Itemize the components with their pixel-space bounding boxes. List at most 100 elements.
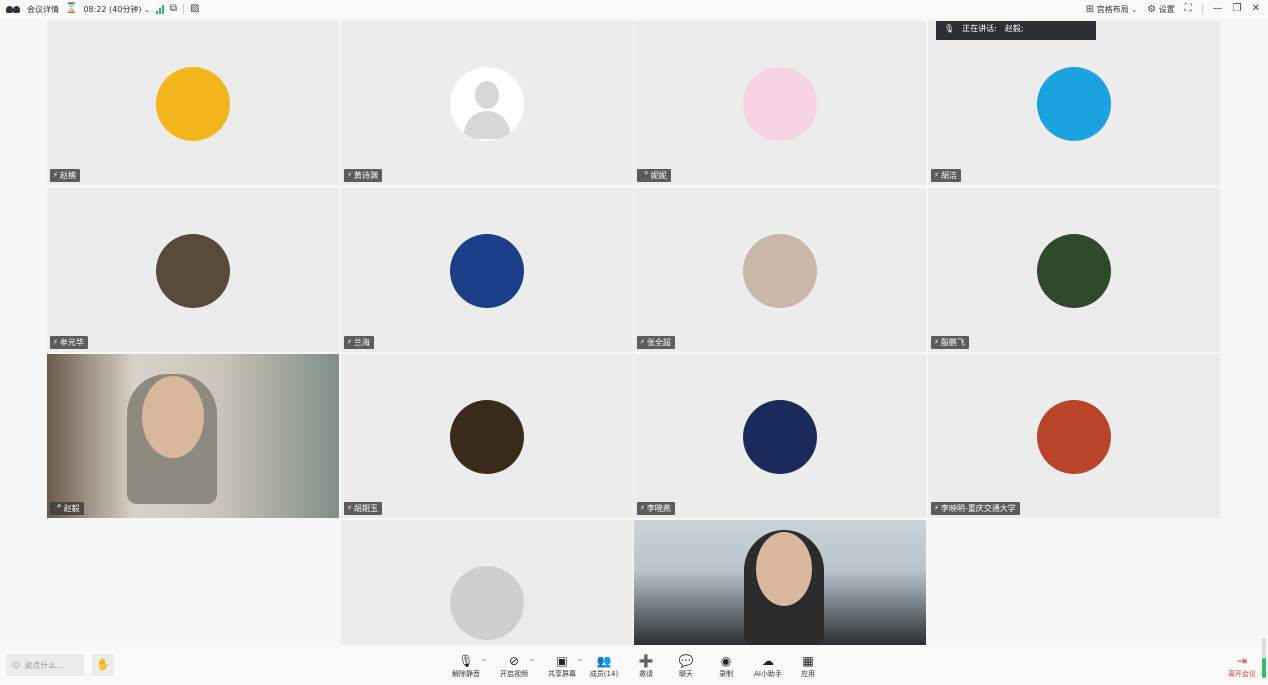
tool-label: 共享屏幕 (548, 670, 576, 678)
participant-name-tag: ⚡ 张全超 (637, 336, 675, 349)
mic-muted-icon: ⚡ (53, 171, 58, 179)
participant-name: 胡洁 (940, 171, 957, 180)
participant-name-tag: ⚡ 李映明-重庆交通大学 (931, 502, 1020, 515)
participant-tile[interactable]: ⚡ 张全超 (634, 188, 926, 352)
close-icon[interactable]: ✕ (1252, 4, 1260, 14)
whiteboard-icon[interactable]: ▨ (190, 4, 199, 14)
tool-label: 开启视频 (500, 670, 528, 678)
avatar (450, 67, 524, 141)
participant-name-tag: ⚡ 赵楠 (50, 169, 80, 182)
avatar (1037, 234, 1111, 308)
apps-icon: ▦ (802, 654, 814, 668)
participant-tile[interactable] (341, 520, 633, 645)
participant-name: 黄诗渊 (353, 171, 378, 180)
restore-icon[interactable]: ❐ (1233, 4, 1242, 14)
participant-name: 胡期玉 (353, 504, 378, 513)
record-button[interactable]: ◉ 录制 (704, 653, 748, 683)
mic-icon: 🎤 (640, 171, 649, 179)
meeting-details-link[interactable]: 会议详情 (27, 4, 59, 15)
record-icon: ◉ (720, 654, 732, 668)
share-screen-button[interactable]: ▣ 共享屏幕 ^ (540, 653, 584, 683)
mic-muted-icon: ⚡ (347, 338, 352, 346)
chevron-up-icon[interactable]: ^ (529, 659, 534, 666)
participant-tile[interactable]: ⚡ 兰海 (341, 188, 633, 352)
exit-icon: ⇥ (1236, 654, 1248, 668)
ai-assistant-button[interactable]: ☁ AI小助手 (746, 653, 790, 683)
apps-button[interactable]: ▦ 应用 (786, 653, 830, 683)
participant-tile[interactable]: 🎤 赵毅 (47, 354, 339, 518)
mic-muted-icon: ⚡ (347, 504, 352, 512)
mic-icon: 🎤 (53, 504, 62, 512)
invite-button[interactable]: ➕ 邀请 (624, 653, 668, 683)
avatar (1037, 400, 1111, 474)
network-signal-icon[interactable] (155, 4, 164, 14)
face (142, 376, 204, 458)
participant-tile[interactable]: ⚡ 殷鹏飞 (928, 188, 1220, 352)
minimize-icon[interactable]: — (1213, 4, 1223, 14)
participant-tile[interactable]: 🎙 正在讲话: 赵毅; ⚡ 胡洁 (928, 21, 1220, 185)
participant-name-tag: ⚡ 胡洁 (931, 169, 961, 182)
tool-label: 聊天 (679, 670, 693, 678)
speaking-name: 赵毅; (1004, 24, 1024, 33)
participant-tile[interactable] (634, 520, 926, 645)
participant-name-tag: 🎤 赵毅 (50, 502, 84, 515)
leave-meeting-button[interactable]: ⇥ 离开会议 (1224, 653, 1260, 683)
chat-placeholder: 说点什么... (24, 660, 64, 670)
avatar (450, 400, 524, 474)
chevron-up-icon[interactable]: ^ (481, 659, 486, 666)
divider (1201, 4, 1203, 14)
leave-label: 离开会议 (1228, 670, 1256, 678)
participant-tile[interactable]: ⚡ 李晓燕 (634, 354, 926, 518)
participant-name: 李晓燕 (646, 504, 671, 513)
chevron-down-icon: ⌄ (1131, 5, 1138, 14)
participant-name-tag: ⚡ 胡期玉 (344, 502, 382, 515)
meeting-timer[interactable]: 08:22 (40分钟) ⌄ (83, 4, 149, 15)
gear-icon: ⚙ (1147, 3, 1157, 15)
avatar (1037, 67, 1111, 141)
top-bar: 会议详情 ⌛ 08:22 (40分钟) ⌄ ⧉ ▨ ⊞ 宫格布局 ⌄ ⚙ 设置 … (0, 0, 1268, 18)
avatar (156, 234, 230, 308)
participant-name: 牟元华 (59, 338, 84, 347)
members-icon: 👥 (596, 654, 612, 668)
invite-icon: ➕ (638, 654, 654, 668)
mic-muted-icon: ⚡ (53, 338, 58, 346)
participant-tile[interactable]: ⚡ 李映明-重庆交通大学 (928, 354, 1220, 518)
mic-muted-icon: ⚡ (640, 504, 645, 512)
volume-level-meter (1262, 638, 1266, 678)
mic-muted-button[interactable]: 🎙 解除静音 ^ (444, 653, 488, 683)
emoji-icon[interactable]: ☺ (12, 661, 20, 670)
members-button[interactable]: 👥 成员(14) (582, 653, 626, 683)
mic-muted-icon: ⚡ (934, 504, 939, 512)
participant-name: 李映明-重庆交通大学 (940, 504, 1016, 513)
participant-tile[interactable]: ⚡ 牟元华 (47, 188, 339, 352)
participant-tile[interactable]: ⚡ 赵楠 (47, 21, 339, 185)
avatar (450, 234, 524, 308)
chevron-down-icon: ⌄ (144, 5, 150, 14)
avatar (743, 400, 817, 474)
camera-off-button[interactable]: ⊘ 开启视频 ^ (492, 653, 536, 683)
hand-icon: ✋ (96, 658, 110, 671)
participant-name: 殷鹏飞 (940, 338, 965, 347)
popout-icon[interactable]: ⧉ (170, 4, 177, 14)
participant-name-tag: ⚡ 牟元华 (50, 336, 88, 349)
app-logo-icon (6, 5, 21, 14)
tool-label: 应用 (801, 670, 815, 678)
raise-hand-button[interactable]: ✋ (92, 654, 114, 676)
tool-label: 成员(14) (589, 670, 619, 678)
mic-muted-icon: ⚡ (934, 171, 939, 179)
layout-button[interactable]: ⊞ 宫格布局 ⌄ (1086, 4, 1137, 15)
participant-name: 兰海 (353, 338, 370, 347)
participant-name: 赵楠 (59, 171, 76, 180)
chat-icon: 💬 (678, 654, 694, 668)
participant-tile[interactable]: ⚡ 黄诗渊 (341, 21, 633, 185)
avatar (743, 67, 817, 141)
fullscreen-icon[interactable]: ⛶ (1185, 4, 1192, 14)
face (756, 532, 812, 606)
chat-button[interactable]: 💬 聊天 (664, 653, 708, 683)
mic-icon: 🎙 (944, 24, 955, 33)
mic-muted-icon: ⚡ (347, 171, 352, 179)
participant-tile[interactable]: 🎤 妮妮 (634, 21, 926, 185)
participant-tile[interactable]: ⚡ 胡期玉 (341, 354, 633, 518)
quick-chat-input[interactable]: ☺ 说点什么... (6, 654, 84, 676)
settings-button[interactable]: ⚙ 设置 (1147, 4, 1175, 15)
